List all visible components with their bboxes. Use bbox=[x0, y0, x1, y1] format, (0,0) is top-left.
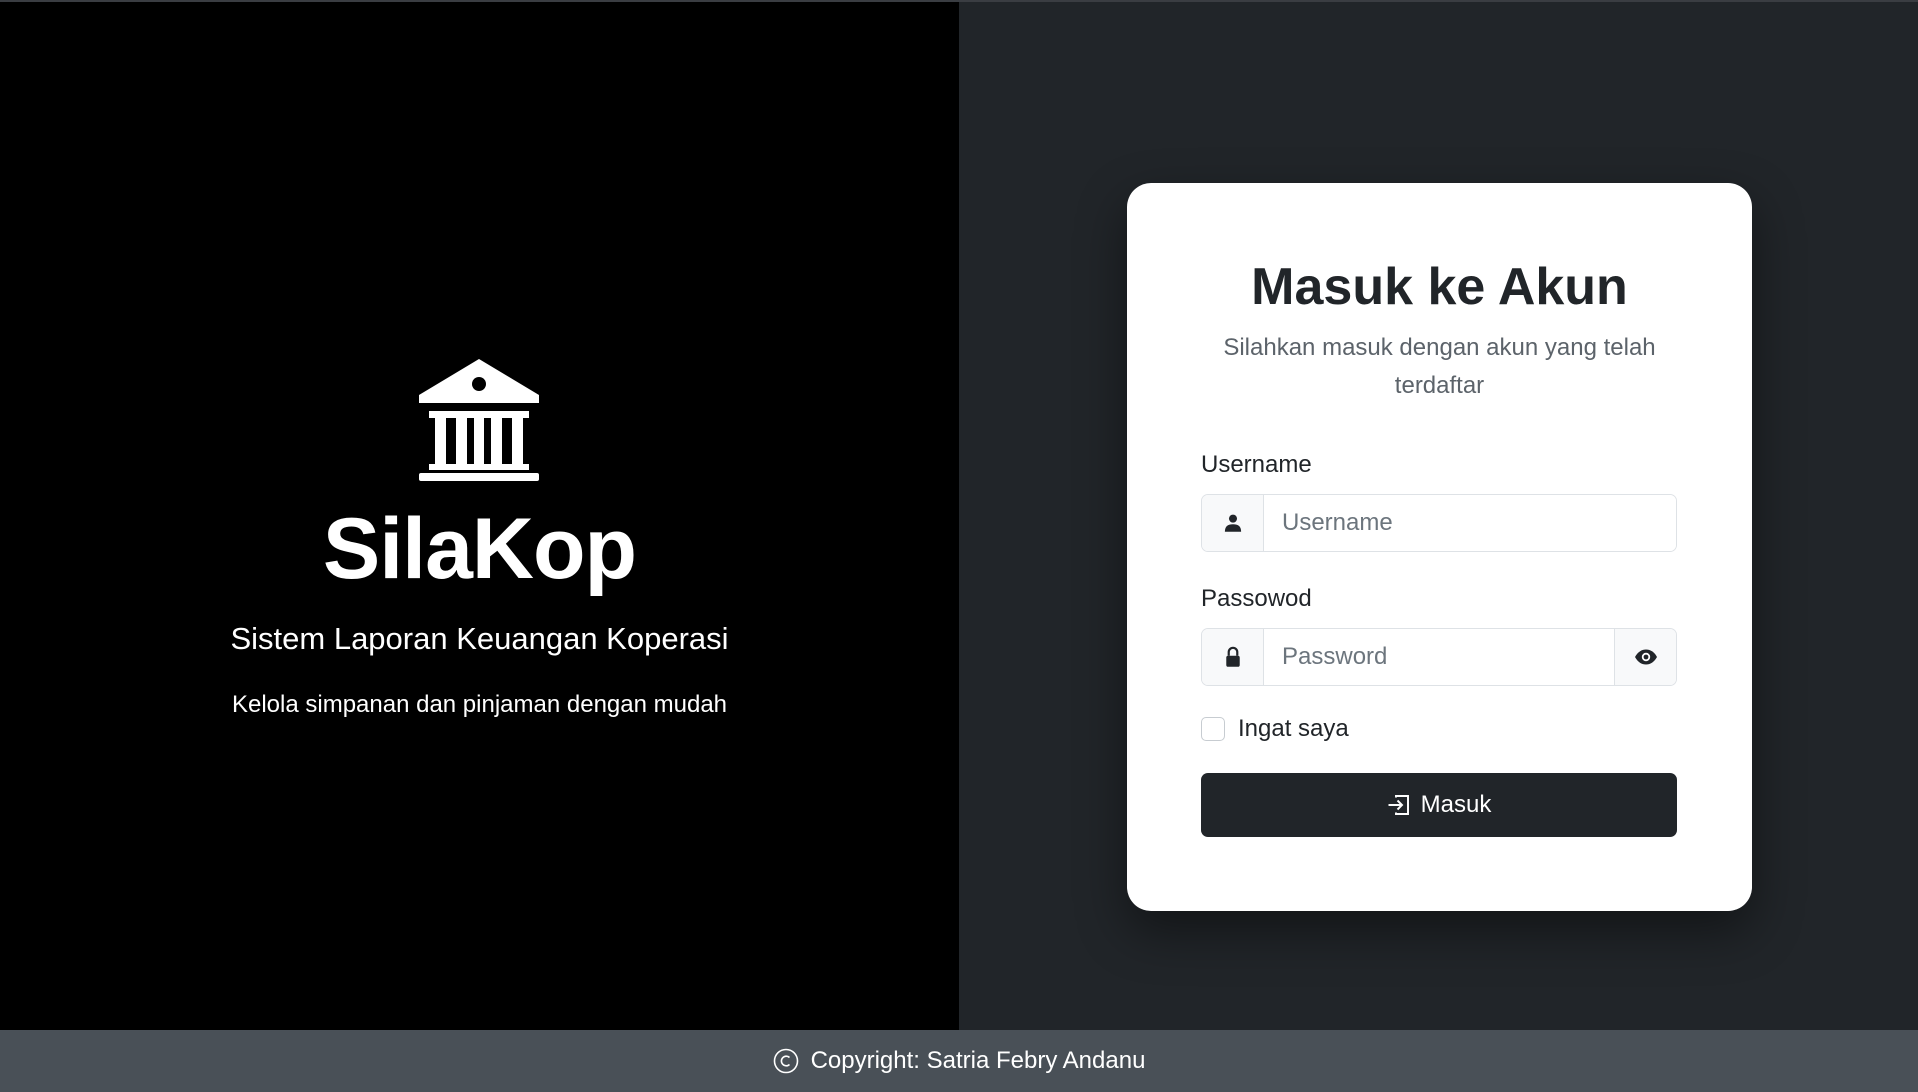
password-label: Passowod bbox=[1201, 585, 1312, 612]
copyright-text: Copyright: Satria Febry Andanu bbox=[810, 1047, 1146, 1074]
login-button-label: Masuk bbox=[1420, 791, 1492, 818]
login-panel: Masuk ke Akun Silahkan masuk dengan akun… bbox=[959, 2, 1918, 1030]
footer: Copyright: Satria Febry Andanu bbox=[0, 1030, 1918, 1092]
login-button[interactable]: Masuk bbox=[1201, 773, 1677, 837]
username-label: Username bbox=[1201, 451, 1312, 478]
person-icon bbox=[1202, 495, 1264, 551]
lock-icon bbox=[1202, 629, 1264, 685]
login-title: Masuk ke Akun bbox=[1251, 258, 1628, 316]
box-arrow-in-right-icon bbox=[1387, 793, 1411, 817]
remember-me: Ingat saya bbox=[1201, 715, 1349, 743]
login-card: Masuk ke Akun Silahkan masuk dengan akun… bbox=[1127, 183, 1752, 911]
password-input[interactable] bbox=[1264, 629, 1614, 685]
bank-icon bbox=[419, 359, 539, 481]
password-input-group bbox=[1201, 628, 1677, 686]
copyright-icon bbox=[773, 1048, 799, 1074]
login-subtitle: Silahkan masuk dengan akun yang telah te… bbox=[1223, 334, 1656, 399]
app-subtitle: Sistem Laporan Keuangan Koperasi bbox=[230, 621, 729, 656]
remember-checkbox[interactable] bbox=[1201, 717, 1225, 741]
eye-icon[interactable] bbox=[1614, 629, 1676, 685]
remember-label[interactable]: Ingat saya bbox=[1238, 715, 1349, 743]
app-tagline: Kelola simpanan dan pinjaman dengan muda… bbox=[231, 691, 728, 718]
brand-panel: SilaKop Sistem Laporan Keuangan Koperasi… bbox=[0, 2, 959, 1030]
username-input-group bbox=[1201, 494, 1677, 552]
username-input[interactable] bbox=[1264, 495, 1676, 551]
app-name: SilaKop bbox=[322, 501, 637, 597]
